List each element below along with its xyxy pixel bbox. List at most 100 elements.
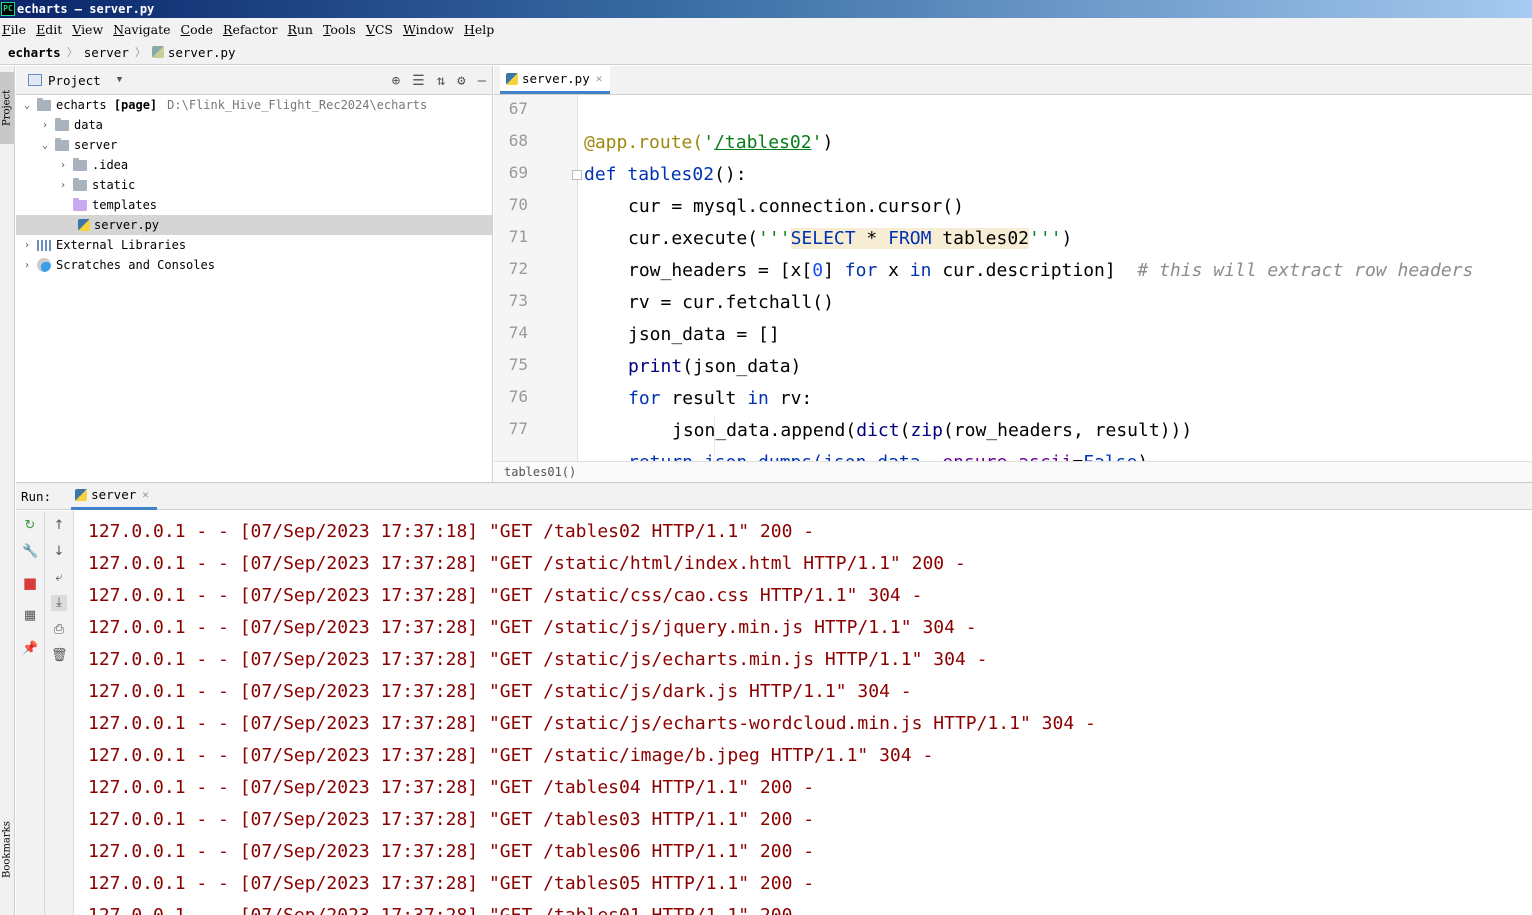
- chevron-down-icon[interactable]: ▼: [117, 75, 122, 85]
- code-text: row_headers = [x[: [628, 260, 813, 281]
- run-panel-header: Run: server ✕: [16, 483, 1532, 510]
- breadcrumb-folder[interactable]: server: [84, 45, 129, 60]
- scroll-to-end-icon[interactable]: ⤓: [51, 595, 67, 611]
- library-icon: [37, 239, 51, 251]
- editor-tab-bar: server.py ✕: [494, 66, 1532, 95]
- code-text: (json_data): [682, 356, 802, 377]
- tree-item-server[interactable]: ⌄ server: [16, 135, 492, 155]
- code-area[interactable]: @app.route('/tables02') def tables02(): …: [584, 95, 1532, 461]
- project-tool-tab[interactable]: Project: [0, 72, 14, 144]
- rerun-icon[interactable]: ↻: [22, 518, 38, 534]
- menu-window[interactable]: Window: [401, 22, 460, 37]
- chevron-right-icon[interactable]: ›: [56, 180, 70, 191]
- sql-table: tables02: [931, 228, 1030, 249]
- menu-run[interactable]: Run: [285, 22, 319, 37]
- line-number: 74: [508, 323, 528, 342]
- run-tab-server[interactable]: server ✕: [71, 483, 157, 510]
- window-title: echarts – server.py: [17, 2, 155, 16]
- hide-panel-icon[interactable]: —: [478, 73, 486, 89]
- code-line-74: json_data = []: [628, 324, 780, 345]
- log-line: 127.0.0.1 - - [07/Sep/2023 17:37:18] "GE…: [88, 521, 815, 542]
- line-number: 69: [508, 163, 528, 182]
- menu-file[interactable]: File: [0, 22, 32, 37]
- menu-view[interactable]: View: [70, 22, 109, 37]
- tree-item-label: server: [74, 138, 118, 152]
- tree-item-label: echarts: [56, 98, 107, 112]
- layout-icon[interactable]: ▦: [22, 608, 38, 624]
- menu-navigate[interactable]: Navigate: [111, 22, 176, 37]
- expand-all-icon[interactable]: ☰: [412, 73, 425, 89]
- line-number: 68: [508, 131, 528, 150]
- menu-edit[interactable]: Edit: [34, 22, 68, 37]
- log-line: 127.0.0.1 - - [07/Sep/2023 17:37:28] "GE…: [88, 841, 815, 862]
- editor-tab-label: server.py: [522, 71, 590, 86]
- breadcrumb-project[interactable]: echarts: [8, 45, 61, 60]
- arrow-down-icon[interactable]: ↓: [51, 544, 67, 560]
- menu-help[interactable]: Help: [462, 22, 500, 37]
- code-line-75: print(json_data): [628, 351, 801, 383]
- stop-icon[interactable]: ■: [22, 575, 38, 591]
- menu-tools[interactable]: Tools: [321, 22, 362, 37]
- python-file-icon: [78, 219, 90, 231]
- wrench-icon[interactable]: 🔧: [22, 544, 38, 560]
- line-number: 67: [508, 99, 528, 118]
- line-number: 75: [508, 355, 528, 374]
- print-icon[interactable]: ⎙: [51, 622, 67, 638]
- chevron-right-icon: 〉: [134, 46, 146, 59]
- keyword: def: [584, 164, 628, 185]
- chevron-right-icon[interactable]: ›: [20, 260, 34, 271]
- keyword: for: [844, 260, 878, 281]
- tree-item-static[interactable]: › static: [16, 175, 492, 195]
- fold-marker-icon[interactable]: [572, 170, 582, 180]
- close-icon[interactable]: ✕: [142, 488, 149, 501]
- line-number: 76: [508, 387, 528, 406]
- menu-vcs[interactable]: VCS: [364, 22, 399, 37]
- tree-item-scratches[interactable]: › Scratches and Consoles: [16, 255, 492, 275]
- pin-icon[interactable]: 📌: [22, 641, 38, 657]
- menu-refactor[interactable]: Refactor: [221, 22, 283, 37]
- folder-icon: [55, 137, 69, 151]
- code-text: ): [1061, 228, 1073, 249]
- console-output[interactable]: 127.0.0.1 - - [07/Sep/2023 17:37:18] "GE…: [75, 511, 1532, 915]
- number: 0: [812, 260, 824, 281]
- route-string: /tables02: [714, 132, 812, 153]
- tree-item-external-libraries[interactable]: › External Libraries: [16, 235, 492, 255]
- tree-item-server-py[interactable]: server.py: [16, 215, 492, 235]
- close-icon[interactable]: ✕: [596, 72, 603, 85]
- code-text: rv:: [768, 388, 813, 409]
- chevron-right-icon[interactable]: ›: [56, 160, 70, 171]
- log-line: 127.0.0.1 - - [07/Sep/2023 17:37:28] "GE…: [88, 553, 966, 574]
- tree-item-label: static: [92, 178, 136, 192]
- trash-icon[interactable]: 🗑: [51, 648, 68, 664]
- menu-code[interactable]: Code: [179, 22, 220, 37]
- tree-item-data[interactable]: › data: [16, 115, 492, 135]
- project-view-selector[interactable]: Project: [48, 73, 101, 88]
- gear-icon[interactable]: ⚙: [457, 73, 465, 89]
- tree-item-templates[interactable]: templates: [16, 195, 492, 215]
- string-quote: ': [811, 132, 823, 153]
- log-line: 127.0.0.1 - - [07/Sep/2023 17:37:28] "GE…: [88, 900, 814, 915]
- locate-file-icon[interactable]: ⊕: [392, 73, 400, 89]
- editor-tab-server-py[interactable]: server.py ✕: [500, 66, 611, 94]
- left-tool-stripe: Project Bookmarks: [0, 66, 15, 915]
- tree-item-root[interactable]: ⌄ echarts [page] D:\Flink_Hive_Flight_Re…: [16, 95, 492, 115]
- builtin-function: print: [628, 356, 683, 377]
- breadcrumb-file[interactable]: server.py: [168, 45, 236, 60]
- chevron-down-icon[interactable]: ⌄: [20, 100, 34, 111]
- soft-wrap-icon[interactable]: ⤶: [51, 570, 67, 586]
- collapse-all-icon[interactable]: ⇅: [437, 73, 445, 89]
- arrow-up-icon[interactable]: ↑: [51, 518, 67, 534]
- keyword: False: [1083, 452, 1137, 461]
- string-quote: ': [703, 132, 715, 153]
- editor-breadcrumb[interactable]: tables01(): [494, 461, 1532, 482]
- chevron-right-icon[interactable]: ›: [38, 120, 52, 131]
- tree-item-idea[interactable]: › .idea: [16, 155, 492, 175]
- bookmarks-tool-tab[interactable]: Bookmarks: [0, 810, 14, 890]
- chevron-right-icon[interactable]: ›: [20, 240, 34, 251]
- folder-icon: [55, 117, 69, 131]
- code-text: ): [822, 132, 834, 153]
- chevron-down-icon[interactable]: ⌄: [38, 140, 52, 151]
- comment: # this will extract row headers: [1137, 260, 1474, 281]
- code-editor: server.py ✕ 67 68 69 70 71 72 73 74 75 7…: [494, 66, 1532, 482]
- code-line-78: return json.dumps(json_data, ensure_asci…: [628, 447, 1148, 461]
